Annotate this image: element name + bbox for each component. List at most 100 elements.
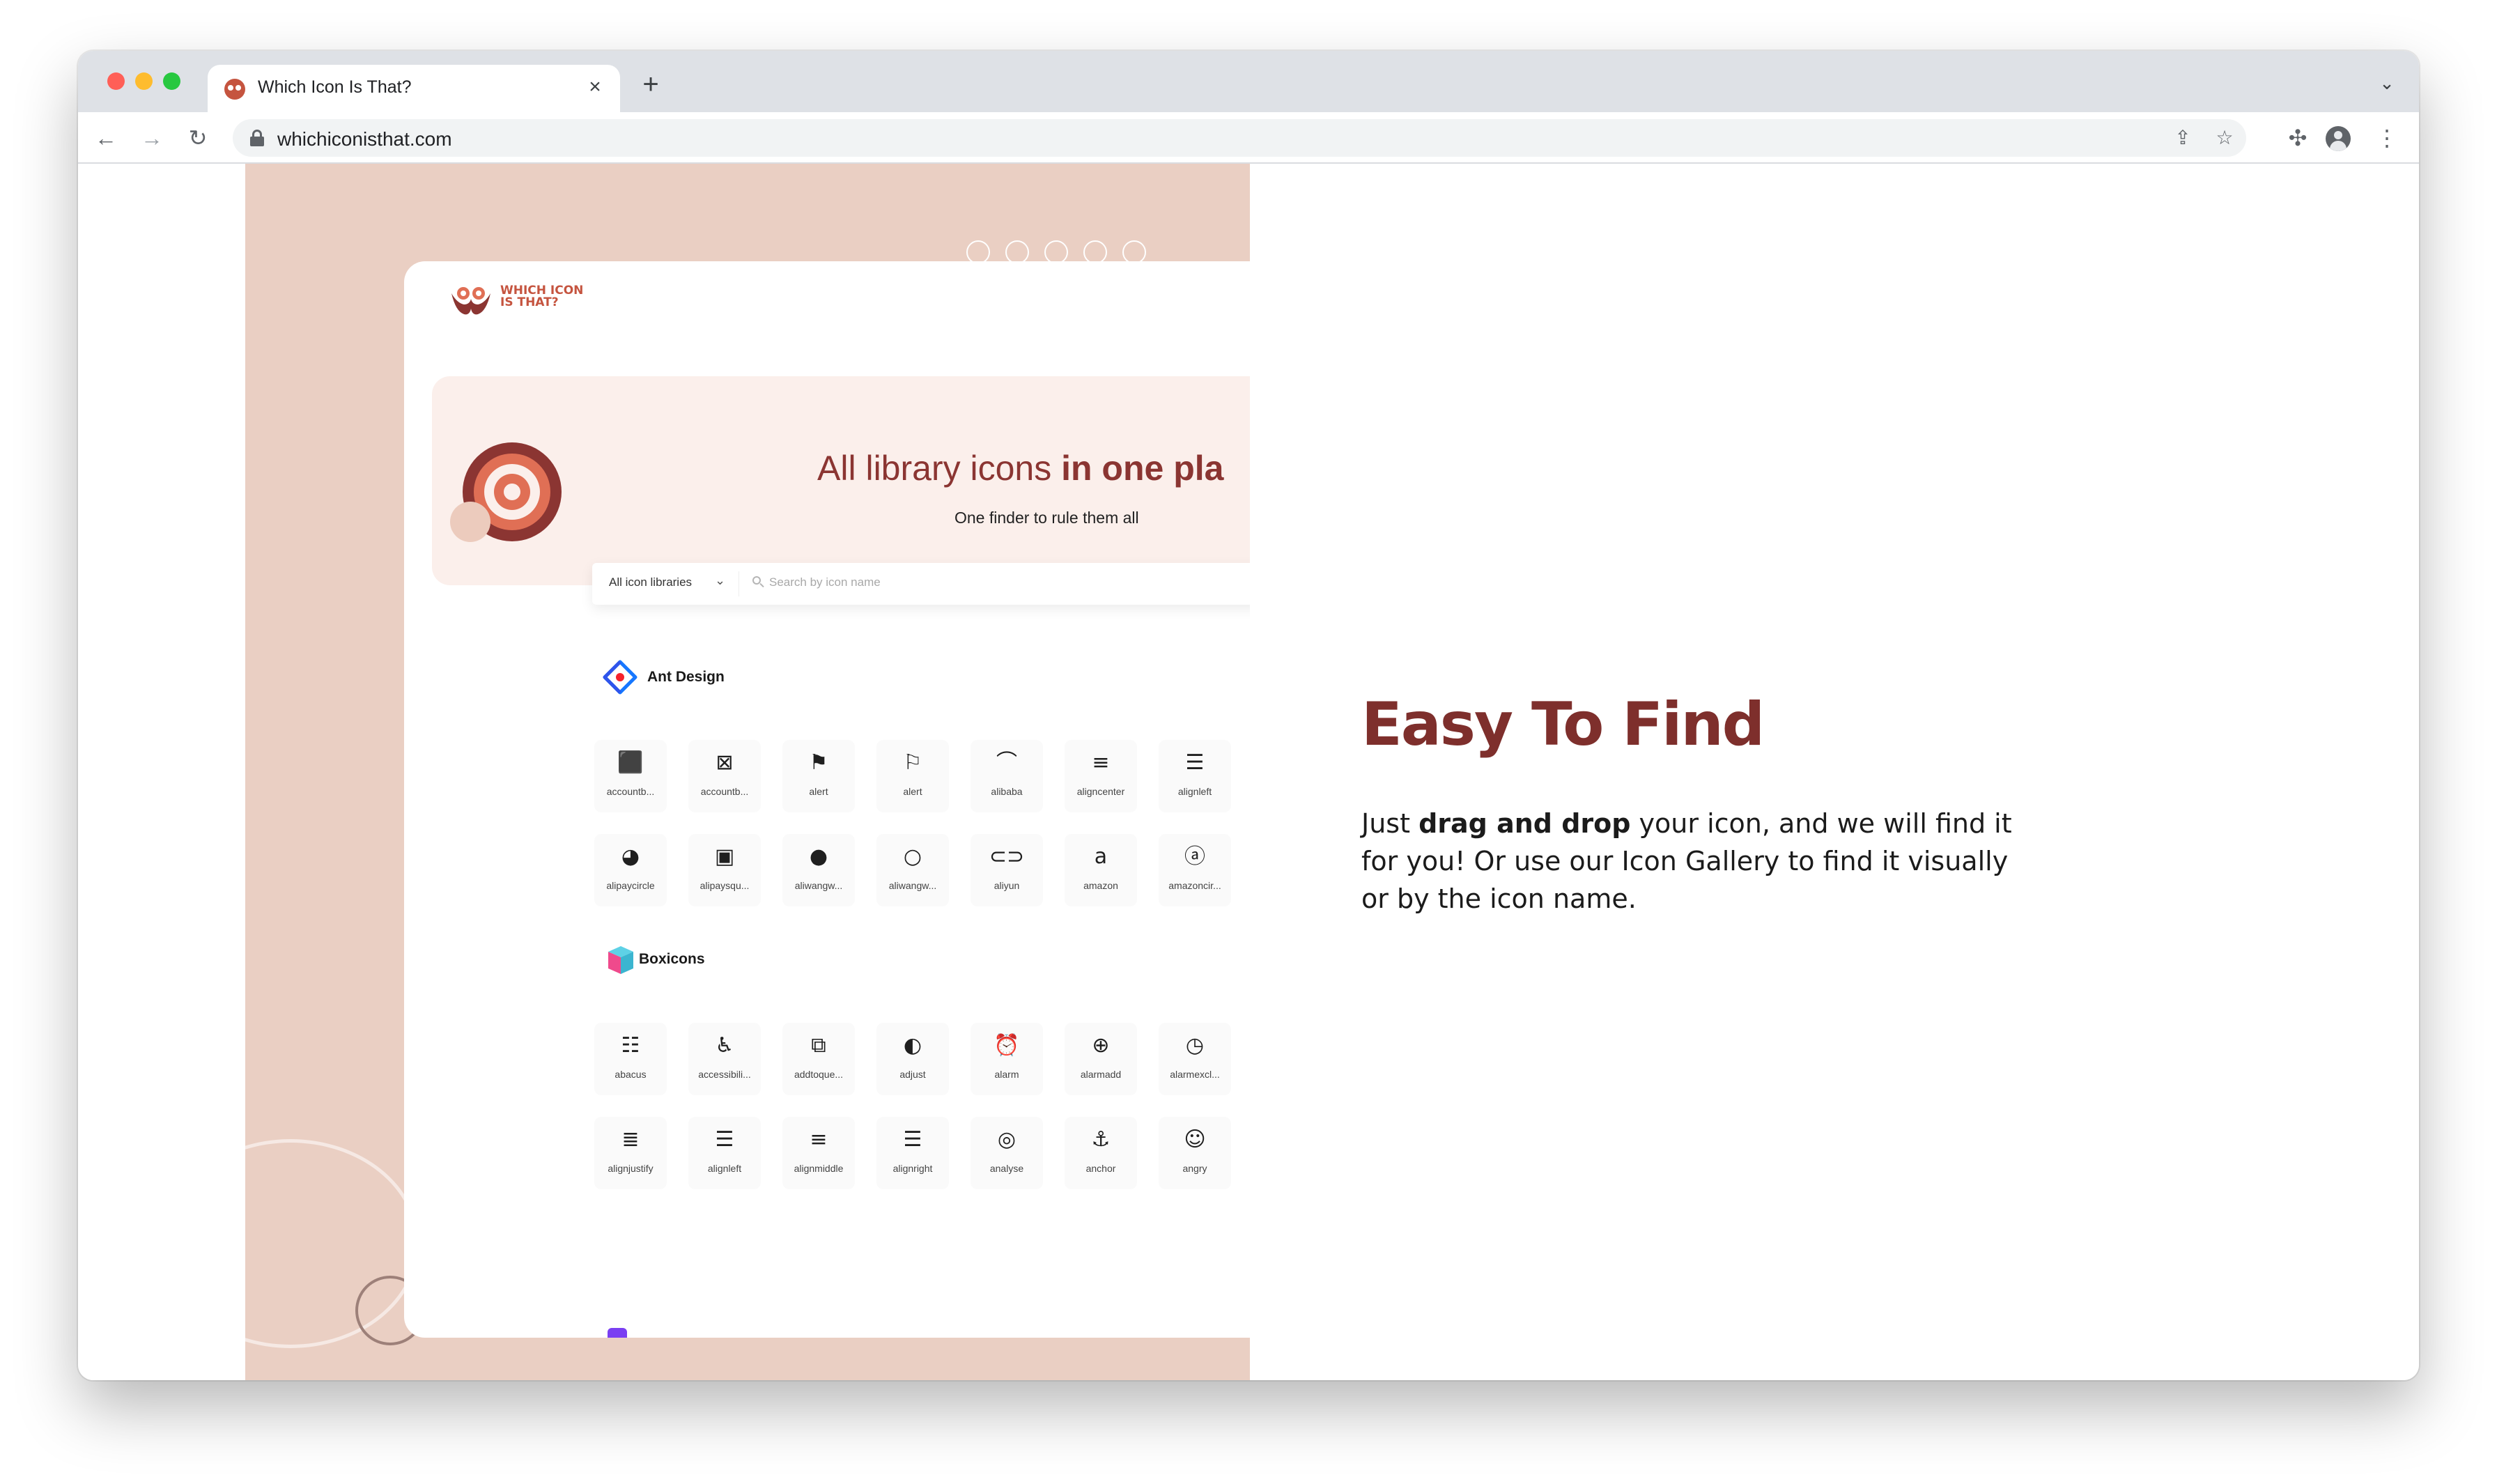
icon-tile[interactable]: ⊠ accountb... — [688, 740, 761, 812]
icon-tile[interactable]: a amazon — [1065, 834, 1137, 906]
library-logo-icon — [608, 1328, 627, 1338]
icon-tile[interactable]: ♿ accessibili... — [688, 1023, 761, 1095]
icon-tile[interactable]: ⚑ alert — [782, 740, 855, 812]
carousel-dot[interactable] — [1044, 240, 1068, 264]
icon-name: abacus — [614, 1069, 647, 1080]
search-input[interactable]: Search by icon name — [769, 575, 881, 589]
icon-tile[interactable]: ⌒ alibaba — [971, 740, 1043, 812]
icon-name: aliwangw... — [888, 880, 937, 891]
icon-preview: ⊕ — [1092, 1033, 1110, 1058]
icon-tile[interactable]: ≡ aligncenter — [1065, 740, 1137, 812]
carousel-dot[interactable] — [966, 240, 990, 264]
icon-preview: ⬛ — [617, 750, 644, 775]
share-icon[interactable]: ⇪ — [2170, 125, 2196, 151]
browser-window: Which Icon Is That? × + ⌄ ← → ↻ whichico… — [78, 51, 2419, 1380]
tab-which-icon-is-that[interactable]: Which Icon Is That? × — [208, 65, 620, 112]
icon-name: amazoncir... — [1168, 880, 1221, 891]
minimize-window-button[interactable] — [135, 72, 153, 90]
hero-title: All library icons in one pla — [817, 449, 1224, 488]
library-heading-next — [598, 1324, 765, 1338]
hero-subtitle: One finder to rule them all — [954, 509, 1139, 527]
feature-description: Just drag and drop your icon, and we wil… — [1361, 808, 2012, 914]
address-bar[interactable]: whichiconisthat.com ⇪ ☆ — [233, 119, 2246, 157]
icon-tile[interactable]: ⊕ alarmadd — [1065, 1023, 1137, 1095]
icon-tile[interactable]: ≡ alignmiddle — [782, 1117, 855, 1189]
lock-icon[interactable] — [249, 130, 265, 146]
library-name: Ant Design — [647, 669, 725, 685]
arrow-left-icon[interactable]: ← — [91, 123, 121, 153]
icon-preview: ⊂⊃ — [989, 844, 1025, 869]
icon-tile[interactable]: ● aliwangw... — [782, 834, 855, 906]
icon-preview: ☰ — [1185, 750, 1205, 775]
icon-name: accountb... — [606, 786, 655, 797]
icon-preview: ≡ — [810, 1127, 828, 1152]
icon-tile[interactable]: ⚐ alert — [876, 740, 949, 812]
icon-preview: ⧉ — [811, 1033, 826, 1058]
icon-tile[interactable]: ⬛ accountb... — [594, 740, 667, 812]
icon-tile[interactable]: ☰ alignleft — [1159, 740, 1231, 812]
icon-tile[interactable]: ○ aliwangw... — [876, 834, 949, 906]
icon-name: anchor — [1085, 1163, 1116, 1174]
carousel-dot[interactable] — [1005, 240, 1029, 264]
icon-name: aliyun — [994, 880, 1020, 891]
icon-preview: ⚐ — [903, 750, 922, 775]
profile-icon[interactable] — [2326, 126, 2351, 151]
icon-preview: ◐ — [903, 1033, 922, 1058]
icon-name: aligncenter — [1076, 786, 1125, 797]
icon-tile[interactable]: ◷ alarmexcl... — [1159, 1023, 1231, 1095]
chevron-down-icon[interactable]: ⌄ — [715, 573, 725, 588]
icon-tile[interactable]: ⏰ alarm — [971, 1023, 1043, 1095]
reload-icon[interactable]: ↻ — [183, 123, 213, 153]
icon-tile[interactable]: ☰ alignleft — [688, 1117, 761, 1189]
icon-name: alipaycircle — [606, 880, 655, 891]
icon-name: alignright — [892, 1163, 933, 1174]
more-vertical-icon[interactable]: ⋮ — [2372, 123, 2402, 153]
icon-tile[interactable]: ⚓ anchor — [1065, 1117, 1137, 1189]
icon-name: aliwangw... — [794, 880, 843, 891]
icon-tile[interactable]: ▣ alipaysqu... — [688, 834, 761, 906]
icon-preview: ☰ — [903, 1127, 922, 1152]
icon-name: alignleft — [1177, 786, 1212, 797]
icon-tile[interactable]: ⓐ amazoncir... — [1159, 834, 1231, 906]
icon-tile[interactable]: ☺ angry — [1159, 1117, 1231, 1189]
icon-tile[interactable]: ⊂⊃ aliyun — [971, 834, 1043, 906]
icon-tile[interactable]: ⧉ addtoque... — [782, 1023, 855, 1095]
icon-name: alipaysqu... — [699, 880, 750, 891]
icon-tile[interactable]: ≣ alignjustify — [594, 1117, 667, 1189]
boxicons-logo-icon — [608, 946, 633, 974]
icon-preview: ⓐ — [1184, 844, 1205, 869]
carousel-dot[interactable] — [1083, 240, 1107, 264]
zoom-window-button[interactable] — [163, 72, 180, 90]
icon-name: accountb... — [700, 786, 749, 797]
close-icon[interactable]: × — [582, 75, 608, 100]
icon-preview: a — [1094, 844, 1108, 869]
plus-icon[interactable]: + — [635, 69, 666, 100]
icon-preview: ≡ — [1092, 750, 1110, 775]
icon-tile[interactable]: ☰ alignright — [876, 1117, 949, 1189]
icon-preview: ○ — [903, 844, 922, 869]
arrow-right-icon[interactable]: → — [137, 123, 167, 153]
icon-tile[interactable]: ◕ alipaycircle — [594, 834, 667, 906]
library-select[interactable]: All icon libraries — [609, 575, 692, 589]
icon-preview: ◕ — [621, 844, 640, 869]
icon-tile[interactable]: ☷ abacus — [594, 1023, 667, 1095]
close-window-button[interactable] — [107, 72, 125, 90]
puzzle-icon[interactable]: ✣ — [2282, 123, 2313, 153]
star-icon[interactable]: ☆ — [2211, 125, 2238, 151]
icon-preview: ⚓ — [1091, 1127, 1111, 1152]
icon-preview: ⚑ — [809, 750, 828, 775]
icon-tile[interactable]: ◐ adjust — [876, 1023, 949, 1095]
icon-name: addtoque... — [794, 1069, 844, 1080]
icon-preview: ⊠ — [716, 750, 734, 775]
icon-name: analyse — [989, 1163, 1024, 1174]
icon-name: alignmiddle — [794, 1163, 844, 1174]
search-bar: All icon libraries ⌄ Search by icon name — [592, 563, 1250, 605]
site-logo[interactable]: WHICH ICON IS THAT? — [449, 275, 588, 324]
icon-preview: ▣ — [714, 844, 735, 869]
browser-toolbar: ← → ↻ whichiconisthat.com ⇪ ☆ ✣ ⋮ — [78, 112, 2419, 164]
carousel-dot[interactable] — [1122, 240, 1146, 264]
icon-name: adjust — [899, 1069, 926, 1080]
url-text[interactable]: whichiconisthat.com — [277, 128, 452, 150]
chevron-down-icon[interactable]: ⌄ — [2376, 72, 2398, 94]
icon-tile[interactable]: ◎ analyse — [971, 1117, 1043, 1189]
